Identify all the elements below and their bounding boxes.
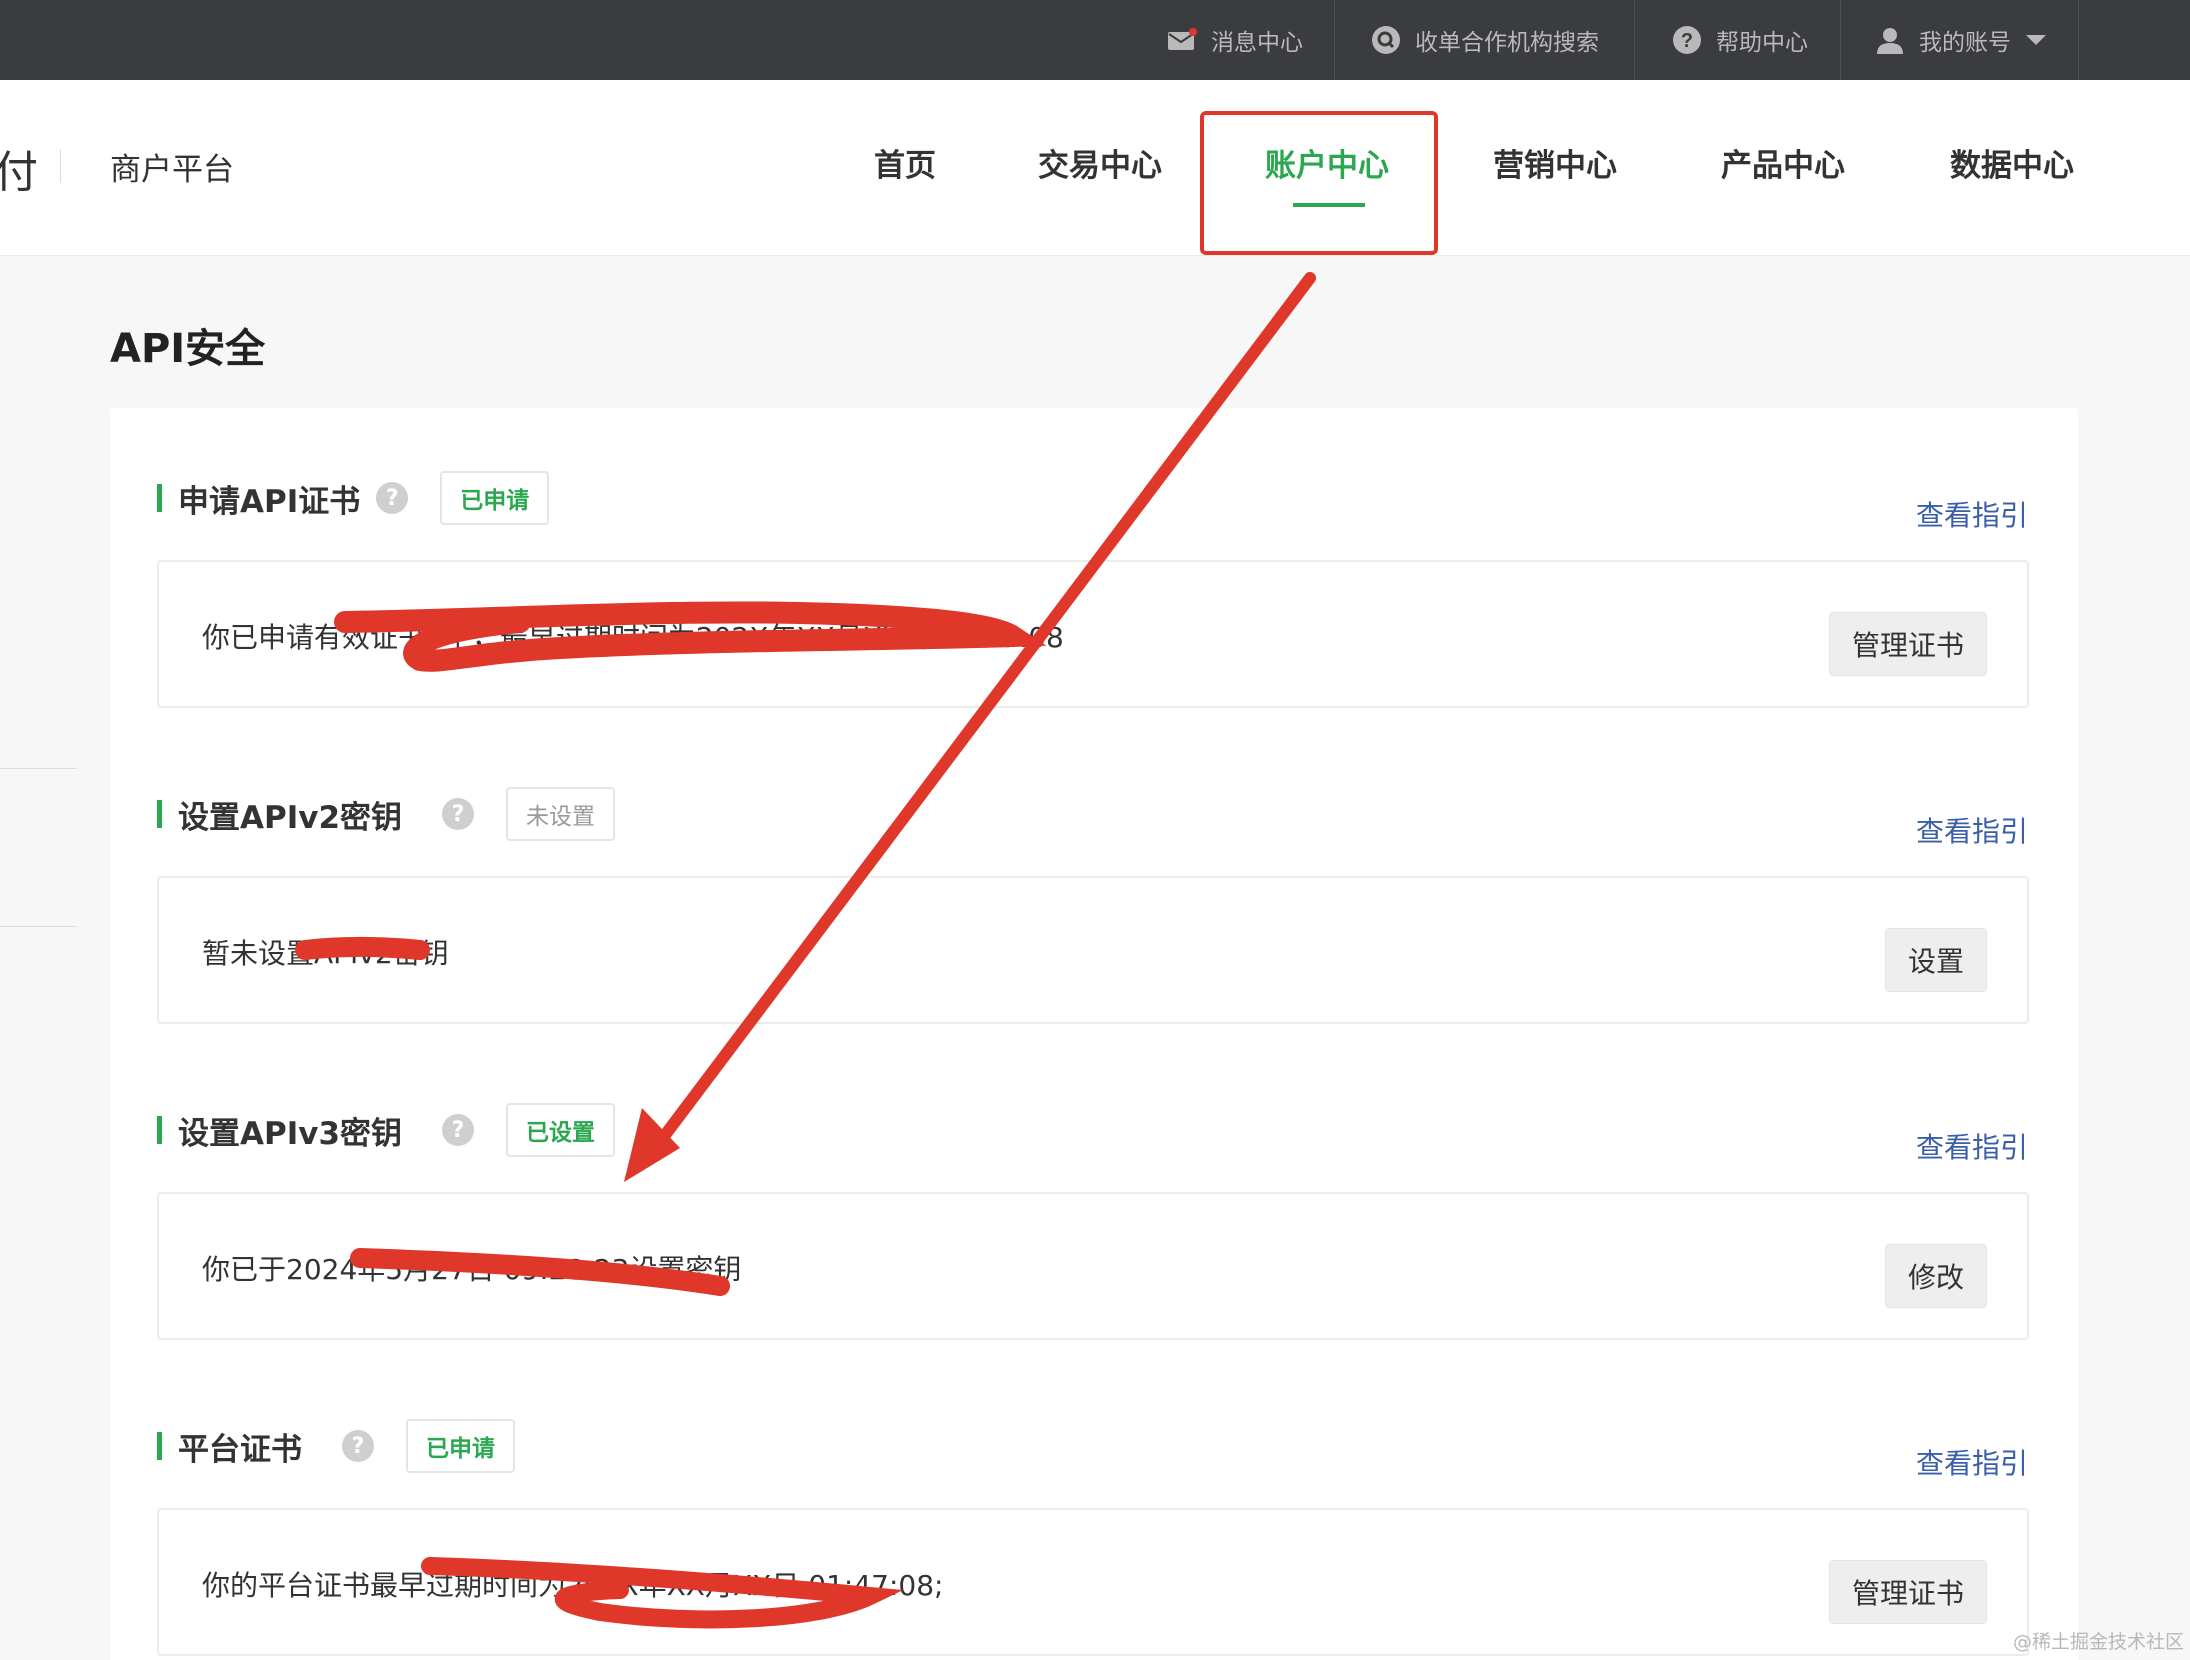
view-guide-link[interactable]: 查看指引 <box>1916 494 2028 534</box>
topbar-divider <box>1334 0 1335 80</box>
watermark: @稀土掘金技术社区 <box>2012 1631 2184 1653</box>
svg-text:?: ? <box>1681 30 1693 52</box>
section-marker <box>157 484 162 512</box>
nav-marketing-center[interactable]: 营销中心 <box>1493 140 1617 185</box>
manage-cert-button[interactable]: 管理证书 <box>1828 612 1987 676</box>
view-guide-link[interactable]: 查看指引 <box>1916 1442 2028 1482</box>
message-center-label: 消息中心 <box>1211 30 1303 56</box>
status-badge: 未设置 <box>506 787 616 841</box>
view-guide-link[interactable]: 查看指引 <box>1916 1126 2028 1166</box>
question-circle-icon[interactable]: ? <box>442 1114 475 1146</box>
section-content-text: 暂未设置APIv2密钥 <box>202 937 449 970</box>
modify-key-button[interactable]: 修改 <box>1884 1244 1987 1308</box>
view-guide-link[interactable]: 查看指引 <box>1916 810 2028 850</box>
section-content-text: 你已于2024年5月27日 09:28:23设置密钥 <box>202 1253 742 1286</box>
main-header: 付 商户平台 首页 交易中心 账户中心 营销中心 产品中心 数据中心 <box>0 80 2190 256</box>
mail-icon <box>1167 25 1197 55</box>
my-account-menu[interactable]: 我的账号 <box>1846 0 2076 80</box>
status-badge: 已设置 <box>506 1103 616 1157</box>
section-api-cert-box: 你已申请有效证书1个，最早过期时间为202X年XX月XX日 01:47:08 管… <box>157 560 2029 708</box>
user-icon <box>1875 25 1905 55</box>
acquirer-search-label: 收单合作机构搜索 <box>1415 30 1599 56</box>
help-center-label: 帮助中心 <box>1716 30 1808 56</box>
status-badge: 已申请 <box>406 1419 515 1473</box>
my-account-label: 我的账号 <box>1919 30 2011 56</box>
set-key-button[interactable]: 设置 <box>1884 928 1987 992</box>
section-marker <box>157 800 162 828</box>
section-marker <box>157 1432 162 1460</box>
sidebar-divider <box>0 926 77 927</box>
message-center-link[interactable]: 消息中心 <box>1140 0 1330 80</box>
section-title: 申请API证书 <box>178 483 361 520</box>
nav-data-center[interactable]: 数据中心 <box>1950 140 2074 185</box>
nav-home[interactable]: 首页 <box>874 140 936 185</box>
sidebar-divider <box>0 768 77 769</box>
section-marker <box>157 1116 162 1144</box>
question-circle-icon[interactable]: ? <box>442 798 475 830</box>
section-platform-cert-box: 你的平台证书最早过期时间为202X年XX月XX日 01:47:08; 管理证书 <box>157 1508 2029 1656</box>
notification-dot-icon <box>1189 28 1197 36</box>
section-content-text: 你的平台证书最早过期时间为202X年XX月XX日 01:47:08; <box>202 1569 944 1602</box>
logo-divider <box>60 149 61 183</box>
acquirer-search-link[interactable]: 收单合作机构搜索 <box>1340 0 1630 80</box>
question-circle-icon: ? <box>1672 25 1702 55</box>
section-platform-cert-header: 平台证书 ? 已申请 <box>157 1418 515 1474</box>
section-api-cert-header: 申请API证书 ? 已申请 <box>157 470 550 526</box>
topbar-divider <box>1840 0 1841 80</box>
nav-trade-center[interactable]: 交易中心 <box>1038 140 1162 185</box>
section-apiv3-header: 设置APIv3密钥 ? 已设置 <box>157 1102 616 1158</box>
question-circle-icon[interactable]: ? <box>342 1430 374 1462</box>
annotation-highlight-box <box>1200 111 1438 255</box>
section-apiv2-header: 设置APIv2密钥 ? 未设置 <box>157 786 616 842</box>
topbar-divider <box>1634 0 1635 80</box>
platform-name: 商户平台 <box>110 152 234 188</box>
section-content-text: 你已申请有效证书1个，最早过期时间为202X年XX月XX日 01:47:08 <box>202 621 1064 654</box>
caret-down-icon <box>2025 27 2047 53</box>
section-apiv2-box: 暂未设置APIv2密钥 设置 <box>157 876 2029 1024</box>
section-apiv3-box: 你已于2024年5月27日 09:28:23设置密钥 修改 <box>157 1192 2029 1340</box>
search-circle-icon <box>1371 25 1401 55</box>
status-badge: 已申请 <box>440 471 550 525</box>
page-title: API安全 <box>110 326 266 372</box>
help-center-link[interactable]: ? 帮助中心 <box>1640 0 1840 80</box>
manage-platform-cert-button[interactable]: 管理证书 <box>1828 1560 1987 1624</box>
topbar-divider <box>2078 0 2079 80</box>
section-title: 设置APIv2密钥 <box>178 799 403 836</box>
question-circle-icon[interactable]: ? <box>376 482 409 514</box>
section-title: 设置APIv3密钥 <box>178 1115 403 1152</box>
section-title: 平台证书 <box>178 1431 302 1468</box>
nav-product-center[interactable]: 产品中心 <box>1721 140 1845 185</box>
logo[interactable]: 付 <box>0 136 38 200</box>
top-utility-bar: 消息中心 收单合作机构搜索 ? 帮助中心 我的账号 <box>0 0 2190 80</box>
